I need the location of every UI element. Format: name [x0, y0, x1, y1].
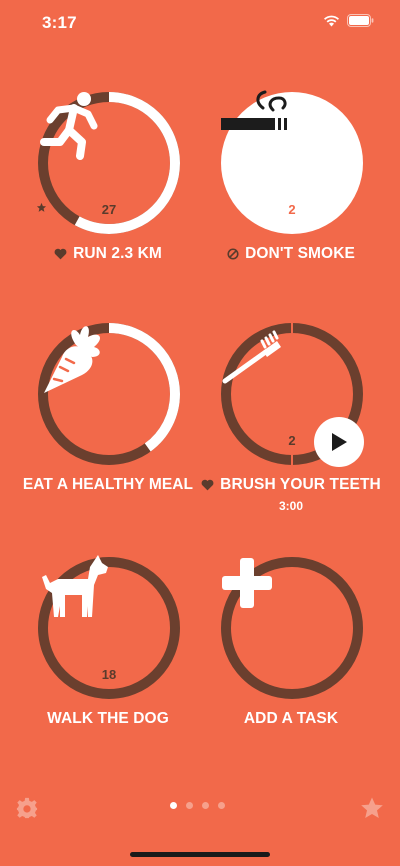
star-icon[interactable]	[360, 796, 384, 820]
battery-icon	[347, 14, 374, 27]
status-bar: 3:17	[0, 0, 400, 44]
home-indicator	[130, 852, 270, 857]
cigarette-icon	[221, 90, 287, 130]
progress-ring: 27	[36, 90, 182, 236]
timer-text: 3:00	[278, 499, 304, 513]
gear-icon[interactable]	[16, 797, 38, 819]
task-label: EAT A HEALTHY MEAL	[22, 476, 194, 493]
task-run[interactable]: 27 RUN 2.3 KM	[18, 90, 198, 320]
heart-icon	[201, 479, 214, 491]
toothbrush-icon	[222, 330, 281, 384]
page-dot	[186, 802, 193, 809]
play-icon	[332, 433, 347, 451]
dog-icon	[42, 555, 108, 617]
running-icon	[40, 92, 98, 160]
carrot-icon	[44, 326, 101, 393]
task-walk-dog[interactable]: 18 WALK THE DOG	[18, 555, 198, 785]
task-label: BRUSH YOUR TEETH	[191, 476, 391, 494]
task-label: DON'T SMOKE	[191, 245, 391, 263]
task-label: WALK THE DOG	[47, 710, 169, 727]
page-dot	[218, 802, 225, 809]
streak-count: 2	[288, 202, 296, 217]
task-dont-smoke[interactable]: 2 DON'T SMOKE	[201, 90, 381, 320]
progress-ring	[36, 321, 182, 467]
play-button[interactable]	[314, 417, 364, 467]
streak-count: 27	[36, 202, 182, 217]
add-task-ring	[219, 555, 365, 701]
wifi-icon	[324, 15, 339, 27]
task-eat-healthy-meal[interactable]: EAT A HEALTHY MEAL	[18, 321, 198, 551]
page-dot	[202, 802, 209, 809]
task-label: RUN 2.3 KM	[8, 245, 208, 263]
task-label: ADD A TASK	[243, 710, 339, 727]
page-indicator[interactable]	[170, 802, 225, 809]
progress-ring: 18	[36, 555, 182, 701]
page-dot	[170, 802, 177, 809]
progress-ring: 2	[219, 90, 365, 236]
status-icons	[323, 14, 374, 27]
streak-count: 18	[101, 667, 117, 682]
bottom-bar	[0, 790, 400, 824]
status-time: 3:17	[42, 13, 77, 32]
plus-icon	[222, 558, 272, 608]
prohibited-icon	[227, 248, 239, 260]
add-task[interactable]: ADD A TASK	[201, 555, 381, 785]
star-icon	[36, 202, 47, 212]
heart-icon	[54, 248, 67, 260]
